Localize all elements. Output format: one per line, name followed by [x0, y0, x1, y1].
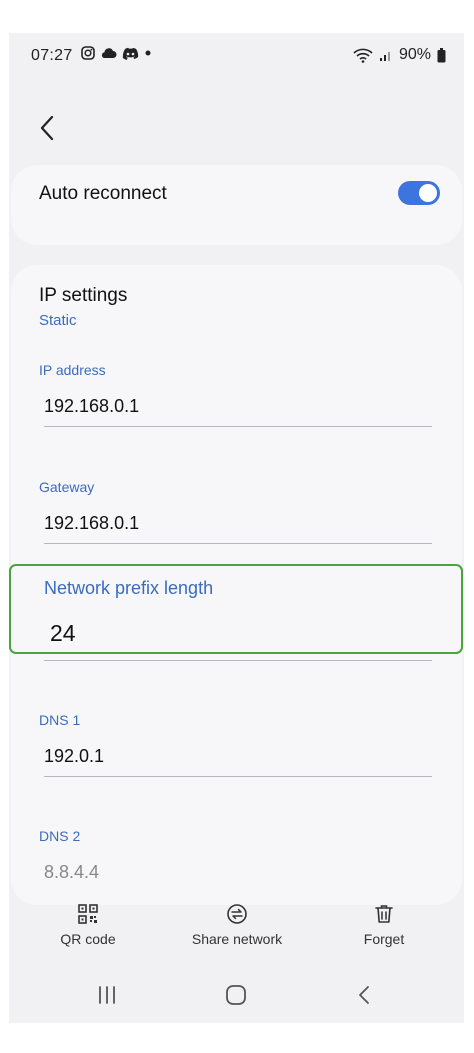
auto-reconnect-card: Auto reconnect — [11, 165, 462, 245]
ip-settings-title[interactable]: IP settings — [39, 285, 127, 307]
forget-label: Forget — [363, 931, 405, 947]
ip-settings-mode[interactable]: Static — [39, 312, 77, 329]
toggle-knob — [419, 184, 437, 202]
auto-reconnect-toggle[interactable] — [398, 181, 440, 205]
dns2-field[interactable]: 8.8.4.4 — [44, 862, 99, 883]
wifi-icon — [353, 48, 373, 63]
trash-icon — [375, 905, 393, 923]
recent-apps-icon[interactable] — [95, 983, 119, 1007]
dns1-label: DNS 1 — [39, 712, 81, 728]
share-network-label: Share network — [191, 931, 283, 947]
bottom-actions: QR code Share network Forget — [9, 903, 464, 963]
gateway-field[interactable]: 192.168.0.1 — [44, 513, 139, 534]
qr-code-icon — [78, 904, 98, 924]
prefix-length-field[interactable]: 24 — [50, 620, 76, 647]
ip-address-label: IP address — [39, 362, 106, 378]
battery-percent: 90% — [398, 46, 431, 63]
gateway-underline — [44, 543, 432, 544]
phone-screen: 07:27 90% Auto reconnect IP settings Sta… — [9, 33, 464, 1023]
system-nav-bar — [9, 977, 464, 1017]
forget-button[interactable]: Forget — [351, 903, 417, 947]
status-time: 07:27 — [31, 47, 73, 64]
signal-icon — [379, 52, 390, 61]
share-network-button[interactable]: Share network — [181, 903, 293, 947]
ip-address-field[interactable]: 192.168.0.1 — [44, 396, 139, 417]
notification-icons — [81, 46, 152, 60]
share-network-icon — [227, 904, 247, 924]
qr-code-label: QR code — [60, 931, 116, 947]
home-icon[interactable] — [224, 983, 248, 1007]
auto-reconnect-label: Auto reconnect — [39, 183, 167, 204]
gateway-label: Gateway — [39, 479, 95, 495]
nav-back-icon[interactable] — [353, 983, 377, 1007]
prefix-length-label: Network prefix length — [44, 578, 214, 598]
dns1-underline — [44, 776, 432, 777]
status-bar: 07:27 90% — [9, 33, 464, 79]
battery-icon — [437, 47, 446, 62]
qr-code-button[interactable]: QR code — [49, 903, 127, 947]
dns1-field[interactable]: 192.0.1 — [44, 746, 104, 767]
back-arrow-icon[interactable] — [35, 113, 61, 143]
prefix-underline — [44, 660, 432, 661]
cloud-icon — [101, 48, 117, 58]
dns2-label: DNS 2 — [39, 828, 81, 844]
dot-icon — [145, 50, 151, 56]
discord-icon — [122, 47, 139, 60]
ip-address-underline — [44, 426, 432, 427]
instagram-icon — [81, 46, 95, 60]
system-icons: 90% — [353, 46, 446, 64]
